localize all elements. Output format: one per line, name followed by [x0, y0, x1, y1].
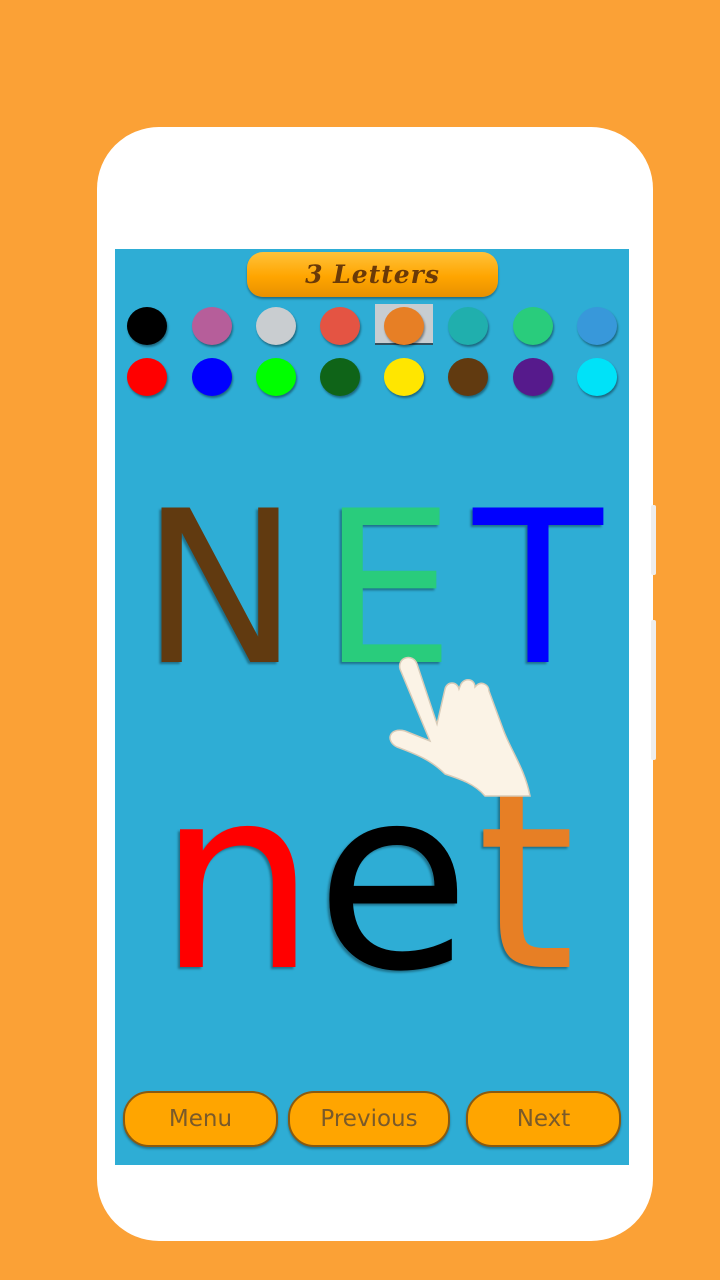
level-title: 3 Letters: [247, 252, 498, 297]
color-swatch[interactable]: [192, 358, 232, 396]
color-swatch[interactable]: [320, 358, 360, 396]
color-swatch[interactable]: [513, 307, 553, 345]
menu-button[interactable]: Menu: [123, 1091, 278, 1147]
color-swatch[interactable]: [320, 307, 360, 345]
previous-button[interactable]: Previous: [288, 1091, 450, 1147]
color-swatch[interactable]: [513, 358, 553, 396]
color-swatch[interactable]: [192, 307, 232, 345]
app-screen: 3 Letters N E T n e t Menu Previous Next: [115, 249, 629, 1165]
color-swatch[interactable]: [384, 358, 424, 396]
color-swatch[interactable]: [127, 358, 167, 396]
pointing-hand-icon: [389, 656, 531, 797]
phone-side-button: [651, 620, 656, 760]
color-swatch[interactable]: [577, 358, 617, 396]
color-swatch[interactable]: [448, 307, 488, 345]
color-swatch[interactable]: [577, 307, 617, 345]
color-swatch[interactable]: [384, 307, 424, 345]
color-swatch[interactable]: [127, 307, 167, 345]
color-swatch[interactable]: [256, 358, 296, 396]
next-button[interactable]: Next: [466, 1091, 621, 1147]
color-swatch[interactable]: [256, 307, 296, 345]
phone-side-button: [651, 505, 656, 575]
color-swatch[interactable]: [448, 358, 488, 396]
